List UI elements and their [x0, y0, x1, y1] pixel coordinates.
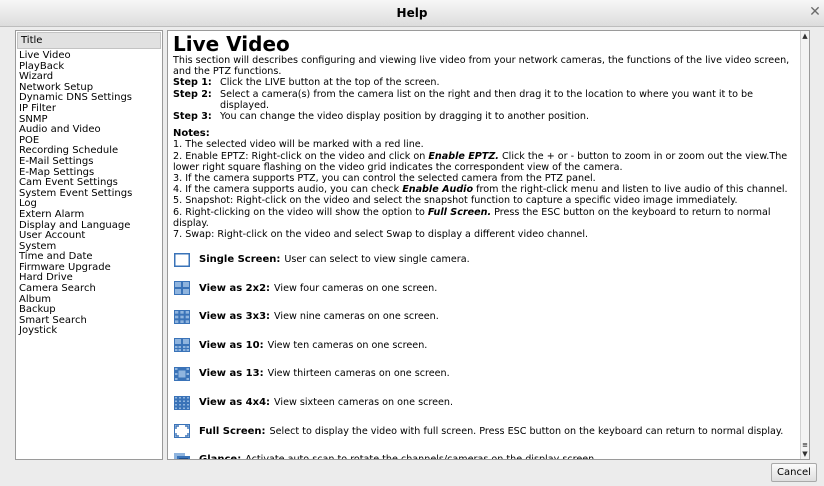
close-icon[interactable]: ✕ — [808, 5, 822, 19]
step-label: Step 3: — [173, 111, 212, 123]
view-mode-name: View as 3x3: — [199, 311, 271, 323]
view-mode-row: Single Screen: User can select to view si… — [173, 245, 804, 274]
topic-item[interactable]: Joystick — [19, 326, 162, 337]
single-screen-icon — [174, 252, 190, 267]
view-mode-row: View as 4x4: View sixteen cameras on one … — [173, 388, 804, 417]
note-text: 1. The selected video will be marked wit… — [173, 139, 424, 151]
cancel-button[interactable]: Cancel — [771, 463, 817, 482]
step-row: Step 1: Click the LIVE button at the top … — [173, 77, 804, 88]
grid-13-icon — [174, 366, 190, 381]
scroll-down-icon[interactable]: ▼ — [801, 449, 809, 459]
note-item: 5. Snapshot: Right-click on the video an… — [173, 195, 804, 206]
view-mode-description: View sixteen cameras on one screen. — [274, 396, 454, 408]
help-topic-list: Title Live Video PlayBack Wizard Network Se… — [15, 30, 163, 460]
note-emphasis: Enable Audio — [402, 184, 474, 196]
grid-10-icon — [174, 338, 190, 353]
step-row: Step 2: Select a camera(s) from the camer… — [173, 89, 804, 111]
note-text: 6. Right-clicking on the video will show… — [173, 206, 428, 218]
note-item: 4. If the camera supports audio, you can… — [173, 184, 804, 195]
view-mode-row: Full Screen: Select to display the video … — [173, 417, 804, 446]
topic-item[interactable]: IP Filter — [19, 103, 162, 115]
step-row: Step 3: You can change the video display … — [173, 111, 804, 122]
note-text-tail: from the right-click menu and listen to … — [473, 184, 788, 196]
note-emphasis: Enable EPTZ. — [428, 150, 499, 162]
step-text: Select a camera(s) from the camera list … — [220, 88, 754, 111]
note-text: 5. Snapshot: Right-click on the video an… — [173, 195, 738, 207]
intro-text: This section will describes configuring … — [173, 55, 790, 78]
view-mode-description: View four cameras on one screen. — [274, 282, 438, 294]
step-label: Step 1: — [173, 77, 212, 89]
note-text: 7. Swap: Right-click on the video and se… — [173, 229, 589, 241]
view-mode-name: View as 2x2: — [199, 282, 271, 294]
view-mode-name: Glance: — [199, 454, 242, 460]
notes-title: Notes: — [173, 128, 210, 140]
note-item: 6. Right-clicking on the video will show… — [173, 207, 804, 229]
topic-list-header: Title — [17, 32, 161, 49]
view-mode-name: Full Screen: — [199, 425, 266, 437]
view-mode-description: View nine cameras on one screen. — [274, 311, 439, 323]
view-mode-description: View thirteen cameras on one screen. — [267, 368, 450, 380]
view-mode-name: Single Screen: — [199, 253, 281, 265]
view-mode-row: View as 3x3: View nine cameras on one scr… — [173, 302, 804, 331]
view-mode-row: Glance: Activate auto scan to rotate the … — [173, 445, 804, 460]
topic-item[interactable]: E-Mail Settings — [19, 156, 162, 168]
note-text: 4. If the camera supports audio, you can… — [173, 184, 403, 196]
view-mode-description: Select to display the video with full sc… — [269, 425, 784, 437]
note-item: 7. Swap: Right-click on the video and se… — [173, 229, 804, 240]
view-mode-name: View as 4x4: — [199, 396, 271, 408]
note-emphasis: Full Screen. — [427, 206, 492, 218]
topic-item[interactable]: System Event Settings — [19, 188, 162, 200]
note-text: 3. If the camera supports PTZ, you can c… — [173, 173, 596, 185]
window-title: Help — [396, 6, 428, 20]
view-mode-row: View as 2x2: View four cameras on one scr… — [173, 274, 804, 303]
glance-icon — [174, 452, 190, 459]
step-text: You can change the video display positio… — [220, 111, 590, 123]
grid-3x3-icon — [174, 309, 190, 324]
note-item: 1. The selected video will be marked wit… — [173, 139, 804, 150]
notes-list: 1. The selected video will be marked wit… — [173, 139, 804, 240]
topic-item[interactable]: Extern Alarm — [19, 209, 162, 221]
note-text: 2. Enable EPTZ: Right-click on the video… — [173, 150, 429, 162]
note-item: 3. If the camera supports PTZ, you can c… — [173, 173, 804, 184]
full-screen-icon — [174, 424, 190, 439]
view-mode-description: View ten cameras on one screen. — [267, 339, 428, 351]
view-modes-list: Single Screen: User can select to view si… — [173, 245, 804, 460]
note-item: 2. Enable EPTZ: Right-click on the video… — [173, 151, 804, 173]
view-mode-description: Activate auto scan to rotate the channel… — [245, 454, 598, 460]
help-content-pane: Live Video This section will describes c… — [167, 30, 810, 460]
view-mode-name: View as 13: — [199, 368, 264, 380]
window-titlebar: Help ✕ — [0, 0, 824, 27]
view-mode-name: View as 10: — [199, 339, 264, 351]
view-mode-row: View as 10: View ten cameras on one scree… — [173, 331, 804, 360]
step-label: Step 2: — [173, 88, 212, 100]
view-mode-description: User can select to view single camera. — [284, 253, 470, 265]
content-scrollbar[interactable]: ▲ ≡ ▼ — [800, 31, 809, 459]
steps-list: Step 1: Click the LIVE button at the top … — [173, 77, 804, 122]
grid-2x2-icon — [174, 281, 190, 296]
view-mode-row: View as 13: View thirteen cameras on one … — [173, 360, 804, 389]
step-text: Click the LIVE button at the top of the … — [220, 77, 440, 89]
scroll-up-icon[interactable]: ▲ — [801, 31, 809, 41]
grid-4x4-icon — [174, 395, 190, 410]
page-title: Live Video — [173, 32, 290, 56]
topic-item[interactable]: Live Video — [19, 50, 162, 62]
scroll-grip-icon[interactable]: ≡ — [801, 441, 809, 449]
topic-item[interactable]: Audio and Video — [19, 125, 162, 136]
topic-list: Live Video PlayBack Wizard Network Setup Dyn… — [16, 50, 162, 337]
